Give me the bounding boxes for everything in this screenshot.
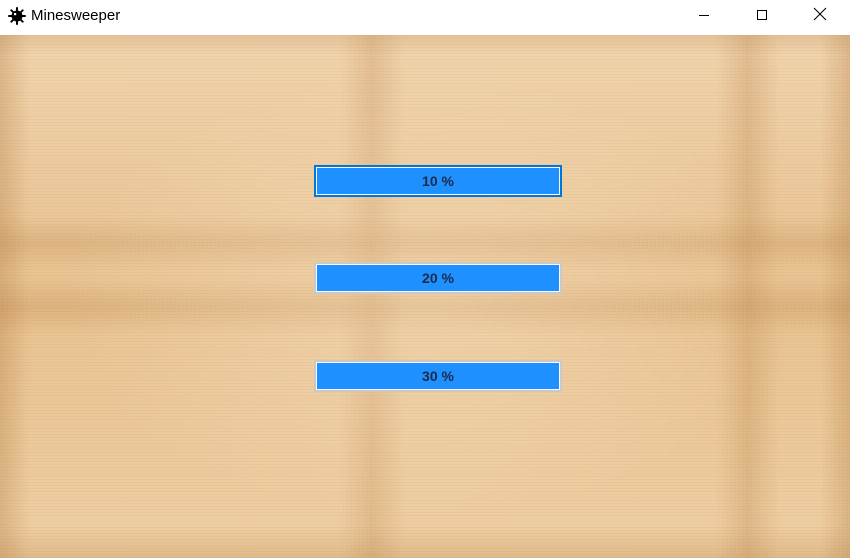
parchment-background: 10 % 20 % 30 % <box>0 35 850 558</box>
maximize-button[interactable] <box>739 0 785 33</box>
paper-texture <box>0 35 850 558</box>
close-button[interactable] <box>797 0 843 33</box>
mine-density-10-button[interactable]: 10 % <box>314 165 562 197</box>
title-bar[interactable]: Minesweeper <box>0 0 850 33</box>
minesweeper-window: Minesweeper 10 % 20 % 30 % <box>0 0 850 558</box>
minimize-button[interactable] <box>681 0 727 33</box>
maximize-icon <box>756 8 768 26</box>
close-icon <box>813 7 827 26</box>
window-title: Minesweeper <box>31 7 121 24</box>
mine-density-30-button[interactable]: 30 % <box>314 360 562 392</box>
minimize-icon <box>698 8 710 26</box>
mine-icon <box>8 7 26 25</box>
mine-density-20-button[interactable]: 20 % <box>314 262 562 294</box>
